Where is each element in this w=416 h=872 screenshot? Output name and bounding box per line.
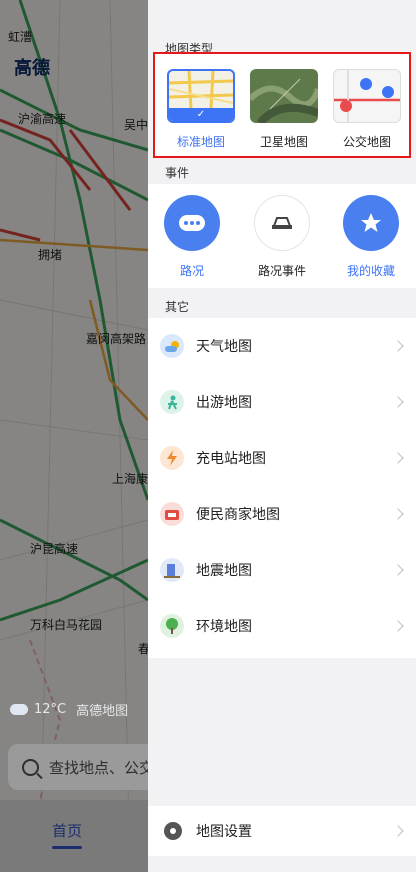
weather-source: 高德地图	[76, 704, 129, 719]
travel-icon	[160, 390, 184, 414]
list-item-label: 环境地图	[196, 619, 252, 635]
selected-check-icon: ✓	[169, 108, 233, 121]
list-item-label: 地震地图	[196, 563, 252, 579]
map-settings-label: 地图设置	[196, 824, 252, 840]
satellite-map-thumbnail	[250, 69, 318, 123]
weather-temperature: 12°C	[34, 702, 67, 717]
star-icon	[343, 195, 399, 251]
list-item-earthquake-map[interactable]: 地震地图	[148, 542, 416, 598]
bottom-tab-bar: 首页	[0, 800, 148, 872]
list-item-travel-map[interactable]: 出游地图	[148, 374, 416, 430]
chevron-right-icon	[392, 825, 404, 837]
cloud-icon	[10, 704, 28, 715]
list-item-environment-map[interactable]: 环境地图	[148, 598, 416, 654]
event-label: 路况事件	[257, 264, 306, 278]
map-settings-item[interactable]: 地图设置	[148, 806, 416, 856]
event-label: 我的收藏	[346, 264, 395, 278]
list-item-label: 充电站地图	[196, 451, 266, 467]
map-type-label: 公交地图	[342, 135, 391, 149]
charging-icon	[160, 446, 184, 470]
standard-map-preview	[169, 71, 233, 109]
list-item-label: 便民商家地图	[196, 507, 280, 523]
transit-map-thumbnail	[333, 69, 401, 123]
tree-icon	[160, 614, 184, 638]
search-placeholder: 查找地点、公交	[49, 758, 155, 777]
map-type-selector: ✓ 标准地图 卫星地图 公交地图	[153, 52, 411, 158]
map-type-satellite[interactable]: 卫星地图	[249, 69, 319, 150]
car-incident-icon	[254, 195, 310, 251]
events-section-title: 事件	[165, 166, 190, 180]
map-type-label: 卫星地图	[259, 135, 308, 149]
weather-badge[interactable]: 12°C 高德地图	[10, 700, 128, 719]
chevron-right-icon	[392, 452, 404, 464]
chevron-right-icon	[392, 564, 404, 576]
traffic-dots-icon	[164, 195, 220, 251]
chevron-right-icon	[392, 508, 404, 520]
event-traffic-incident[interactable]: 路况事件	[237, 195, 327, 279]
list-item-weather-map[interactable]: 天气地图	[148, 318, 416, 374]
satellite-map-preview	[250, 78, 318, 123]
event-traffic[interactable]: 路况	[147, 195, 237, 279]
gear-icon	[164, 822, 182, 840]
standard-map-thumbnail: ✓	[167, 69, 235, 123]
list-item-label: 天气地图	[196, 339, 252, 355]
chevron-right-icon	[392, 620, 404, 632]
chevron-right-icon	[392, 396, 404, 408]
earthquake-icon	[160, 558, 184, 582]
list-item-shop-map[interactable]: 便民商家地图	[148, 486, 416, 542]
map-type-standard[interactable]: ✓ 标准地图	[166, 69, 236, 150]
transit-map-preview	[334, 70, 400, 122]
other-maps-list: 天气地图 出游地图 充电站地图 便民商家地图 地震地图 环境地图	[148, 318, 416, 658]
events-panel: 路况 路况事件 我的收藏	[148, 184, 416, 288]
list-item-label: 出游地图	[196, 395, 252, 411]
tab-home[interactable]: 首页	[52, 820, 83, 849]
chevron-right-icon	[392, 340, 404, 352]
map-type-transit[interactable]: 公交地图	[332, 69, 402, 150]
search-icon	[22, 758, 39, 776]
event-favorites[interactable]: 我的收藏	[326, 195, 416, 279]
other-section-title: 其它	[165, 300, 190, 314]
weather-icon	[160, 334, 184, 358]
map-type-label: 标准地图	[176, 135, 225, 149]
layer-drawer: 地图类型 ✓ 标准地图 卫星地图 公交地图 事件 路况 路况事件 我的收藏 其它…	[148, 0, 416, 872]
list-item-charging-map[interactable]: 充电站地图	[148, 430, 416, 486]
event-label: 路况	[179, 264, 204, 278]
shop-icon	[160, 502, 184, 526]
